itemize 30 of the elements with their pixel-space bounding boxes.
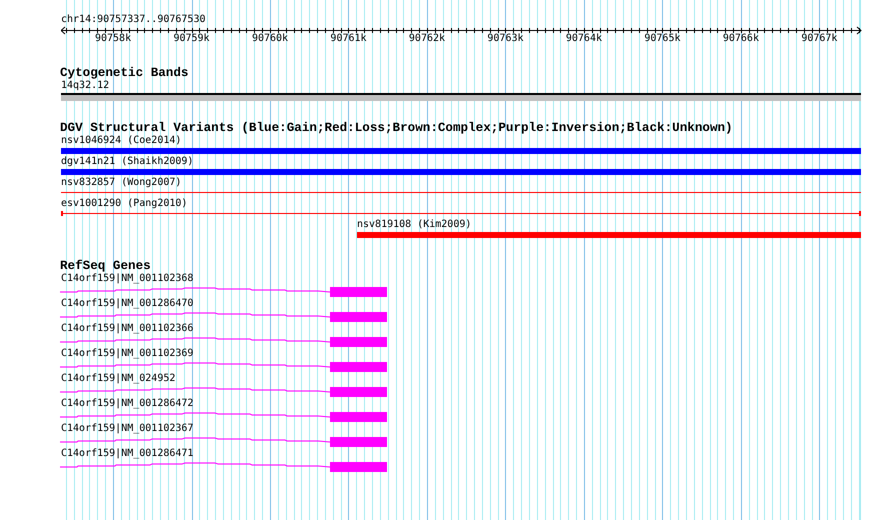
- band-label: 14q32.12: [61, 80, 110, 92]
- variant-label: dgv141n21 (Shaikh2009): [61, 156, 194, 168]
- variant-end-mark: [61, 211, 63, 216]
- gene-label: C14orf159|NM_024952: [61, 373, 176, 385]
- ruler-tick-label: 90763k: [487, 33, 524, 45]
- variant-label: esv1001290 (Pang2010): [61, 198, 188, 210]
- ruler-tick-label: 90765k: [644, 33, 680, 45]
- gene-label: C14orf159|NM_001102366: [61, 323, 194, 335]
- ruler-tick-label: 90766k: [722, 33, 759, 45]
- track-title: RefSeq Genes: [60, 259, 152, 273]
- variant-label: nsv1046924 (Coe2014): [61, 135, 182, 147]
- region-title: chr14:90757337..90767530: [61, 14, 206, 26]
- gene-label: C14orf159|NM_001286470: [61, 298, 194, 310]
- track-title: Cytogenetic Bands: [60, 66, 190, 80]
- gene-label: C14orf159|NM_001286471: [61, 448, 194, 460]
- ruler-tick-label: 90767k: [801, 33, 838, 45]
- variant-label: nsv832857 (Wong2007): [61, 177, 182, 189]
- ruler-tick-label: 90758k: [94, 33, 132, 45]
- ruler-tick-label: 90761k: [330, 33, 367, 45]
- variant-end-mark: [859, 211, 861, 216]
- ruler-tick-label: 90759k: [173, 33, 210, 45]
- gene-label: C14orf159|NM_001102367: [61, 423, 194, 435]
- ruler-tick-label: 90760k: [252, 33, 288, 45]
- gene-label: C14orf159|NM_001102368: [61, 273, 194, 285]
- gene-label: C14orf159|NM_001286472: [61, 398, 194, 410]
- variant-label: nsv819108 (Kim2009): [357, 219, 472, 231]
- track-title: DGV Structural Variants (Blue:Gain;Red:Loss;Brown:Complex;Purple:Inversion;Black:Unknown): [60, 121, 734, 135]
- ruler-tick-label: 90762k: [408, 33, 446, 45]
- ruler-tick-label: 90764k: [566, 33, 602, 45]
- gene-label: C14orf159|NM_001102369: [61, 348, 194, 360]
